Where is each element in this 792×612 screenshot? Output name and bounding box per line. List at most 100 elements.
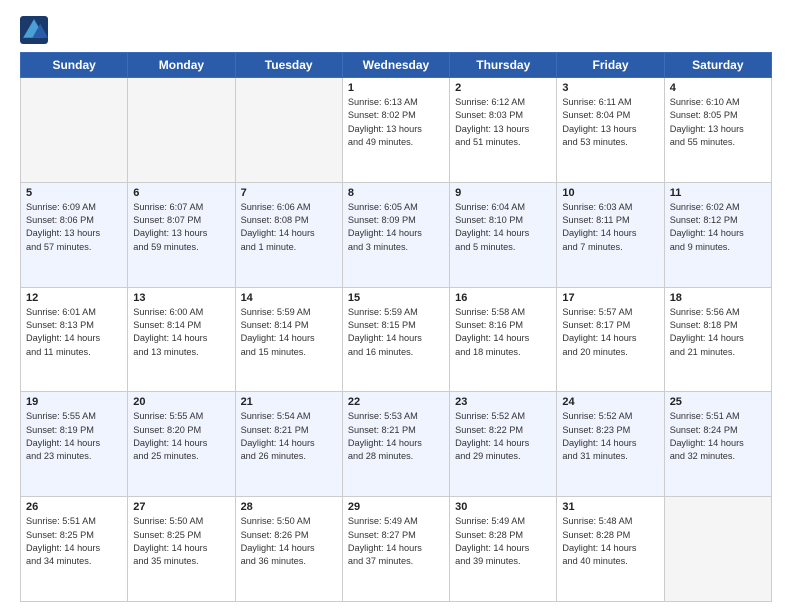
day-info: Sunrise: 5:51 AM Sunset: 8:24 PM Dayligh…: [670, 410, 766, 463]
header: [20, 16, 772, 44]
day-number: 10: [562, 187, 658, 199]
day-info: Sunrise: 5:52 AM Sunset: 8:22 PM Dayligh…: [455, 410, 551, 463]
calendar-cell: 5 Sunrise: 6:09 AM Sunset: 8:06 PM Daylig…: [21, 182, 128, 287]
calendar-cell: 9 Sunrise: 6:04 AM Sunset: 8:10 PM Daylig…: [450, 182, 557, 287]
calendar-cell: 3Sunrise: 6:11 AM Sunset: 8:04 PM Daylig…: [557, 78, 664, 183]
day-number: 11: [670, 187, 766, 199]
calendar-cell: 22Sunrise: 5:53 AM Sunset: 8:21 PM Dayli…: [342, 392, 449, 497]
day-number: 18: [670, 292, 766, 304]
day-info: Sunrise: 5:57 AM Sunset: 8:17 PM Dayligh…: [562, 306, 658, 359]
day-info: Sunrise: 5:49 AM Sunset: 8:28 PM Dayligh…: [455, 515, 551, 568]
day-number: 9: [455, 187, 551, 199]
calendar-cell: 7 Sunrise: 6:06 AM Sunset: 8:08 PM Daylig…: [235, 182, 342, 287]
calendar-cell: 12 Sunrise: 6:01 AM Sunset: 8:13 PM Dayli…: [21, 287, 128, 392]
calendar-cell: 17 Sunrise: 5:57 AM Sunset: 8:17 PM Dayli…: [557, 287, 664, 392]
calendar-cell: [235, 78, 342, 183]
day-number: 24: [562, 396, 658, 408]
calendar-cell: 20 Sunrise: 5:55 AM Sunset: 8:20 PM Dayli…: [128, 392, 235, 497]
calendar-cell: 2 Sunrise: 6:12 AM Sunset: 8:03 PM Daylig…: [450, 78, 557, 183]
day-number: 5: [26, 187, 122, 199]
calendar-week-1: 1 Sunrise: 6:13 AM Sunset: 8:02 PM Daylig…: [21, 78, 772, 183]
day-info: Sunrise: 6:07 AM Sunset: 8:07 PM Dayligh…: [133, 201, 229, 254]
day-info: Sunrise: 5:59 AM Sunset: 8:14 PM Dayligh…: [241, 306, 337, 359]
day-info: Sunrise: 6:11 AM Sunset: 8:04 PM Dayligh…: [562, 96, 658, 149]
day-number: 17: [562, 292, 658, 304]
day-number: 7: [241, 187, 337, 199]
calendar-header-monday: Monday: [128, 53, 235, 78]
calendar-cell: 6 Sunrise: 6:07 AM Sunset: 8:07 PM Daylig…: [128, 182, 235, 287]
day-info: Sunrise: 5:58 AM Sunset: 8:16 PM Dayligh…: [455, 306, 551, 359]
calendar-cell: 26Sunrise: 5:51 AM Sunset: 8:25 PM Dayli…: [21, 497, 128, 602]
calendar-week-3: 12 Sunrise: 6:01 AM Sunset: 8:13 PM Dayli…: [21, 287, 772, 392]
day-info: Sunrise: 6:06 AM Sunset: 8:08 PM Dayligh…: [241, 201, 337, 254]
day-number: 15: [348, 292, 444, 304]
calendar-cell: 14 Sunrise: 5:59 AM Sunset: 8:14 PM Dayli…: [235, 287, 342, 392]
day-number: 25: [670, 396, 766, 408]
day-number: 1: [348, 82, 444, 94]
calendar-header-sunday: Sunday: [21, 53, 128, 78]
calendar-cell: 21 Sunrise: 5:54 AM Sunset: 8:21 PM Dayli…: [235, 392, 342, 497]
day-info: Sunrise: 6:09 AM Sunset: 8:06 PM Dayligh…: [26, 201, 122, 254]
calendar-cell: [128, 78, 235, 183]
calendar-cell: 4Sunrise: 6:10 AM Sunset: 8:05 PM Daylig…: [664, 78, 771, 183]
calendar-cell: 8Sunrise: 6:05 AM Sunset: 8:09 PM Daylig…: [342, 182, 449, 287]
calendar-cell: 27 Sunrise: 5:50 AM Sunset: 8:25 PM Dayli…: [128, 497, 235, 602]
calendar-cell: [664, 497, 771, 602]
day-number: 29: [348, 501, 444, 513]
logo: [20, 16, 52, 44]
calendar-cell: 13 Sunrise: 6:00 AM Sunset: 8:14 PM Dayli…: [128, 287, 235, 392]
calendar-week-4: 19Sunrise: 5:55 AM Sunset: 8:19 PM Dayli…: [21, 392, 772, 497]
day-number: 14: [241, 292, 337, 304]
calendar-cell: 1 Sunrise: 6:13 AM Sunset: 8:02 PM Daylig…: [342, 78, 449, 183]
logo-icon: [20, 16, 48, 44]
day-number: 6: [133, 187, 229, 199]
day-number: 31: [562, 501, 658, 513]
calendar-cell: 10 Sunrise: 6:03 AM Sunset: 8:11 PM Dayli…: [557, 182, 664, 287]
calendar-header-wednesday: Wednesday: [342, 53, 449, 78]
calendar-cell: 24 Sunrise: 5:52 AM Sunset: 8:23 PM Dayli…: [557, 392, 664, 497]
day-info: Sunrise: 6:00 AM Sunset: 8:14 PM Dayligh…: [133, 306, 229, 359]
day-number: 2: [455, 82, 551, 94]
day-number: 12: [26, 292, 122, 304]
day-info: Sunrise: 5:56 AM Sunset: 8:18 PM Dayligh…: [670, 306, 766, 359]
calendar-header-saturday: Saturday: [664, 53, 771, 78]
day-info: Sunrise: 5:52 AM Sunset: 8:23 PM Dayligh…: [562, 410, 658, 463]
calendar-cell: 19Sunrise: 5:55 AM Sunset: 8:19 PM Dayli…: [21, 392, 128, 497]
day-number: 19: [26, 396, 122, 408]
calendar-week-5: 26Sunrise: 5:51 AM Sunset: 8:25 PM Dayli…: [21, 497, 772, 602]
day-info: Sunrise: 5:50 AM Sunset: 8:25 PM Dayligh…: [133, 515, 229, 568]
day-number: 30: [455, 501, 551, 513]
calendar-week-2: 5 Sunrise: 6:09 AM Sunset: 8:06 PM Daylig…: [21, 182, 772, 287]
calendar-cell: 25 Sunrise: 5:51 AM Sunset: 8:24 PM Dayli…: [664, 392, 771, 497]
calendar-cell: 28Sunrise: 5:50 AM Sunset: 8:26 PM Dayli…: [235, 497, 342, 602]
day-info: Sunrise: 6:01 AM Sunset: 8:13 PM Dayligh…: [26, 306, 122, 359]
day-info: Sunrise: 5:55 AM Sunset: 8:20 PM Dayligh…: [133, 410, 229, 463]
calendar-cell: 29Sunrise: 5:49 AM Sunset: 8:27 PM Dayli…: [342, 497, 449, 602]
day-number: 13: [133, 292, 229, 304]
calendar-header-thursday: Thursday: [450, 53, 557, 78]
day-info: Sunrise: 5:59 AM Sunset: 8:15 PM Dayligh…: [348, 306, 444, 359]
calendar-cell: 15 Sunrise: 5:59 AM Sunset: 8:15 PM Dayli…: [342, 287, 449, 392]
day-info: Sunrise: 5:51 AM Sunset: 8:25 PM Dayligh…: [26, 515, 122, 568]
day-number: 21: [241, 396, 337, 408]
calendar-cell: 30 Sunrise: 5:49 AM Sunset: 8:28 PM Dayli…: [450, 497, 557, 602]
day-info: Sunrise: 6:05 AM Sunset: 8:09 PM Dayligh…: [348, 201, 444, 254]
day-info: Sunrise: 6:13 AM Sunset: 8:02 PM Dayligh…: [348, 96, 444, 149]
calendar-cell: 16 Sunrise: 5:58 AM Sunset: 8:16 PM Dayli…: [450, 287, 557, 392]
calendar-header-row: SundayMondayTuesdayWednesdayThursdayFrid…: [21, 53, 772, 78]
day-info: Sunrise: 6:12 AM Sunset: 8:03 PM Dayligh…: [455, 96, 551, 149]
calendar-header-friday: Friday: [557, 53, 664, 78]
page: SundayMondayTuesdayWednesdayThursdayFrid…: [0, 0, 792, 612]
day-info: Sunrise: 6:03 AM Sunset: 8:11 PM Dayligh…: [562, 201, 658, 254]
day-info: Sunrise: 5:48 AM Sunset: 8:28 PM Dayligh…: [562, 515, 658, 568]
day-info: Sunrise: 5:54 AM Sunset: 8:21 PM Dayligh…: [241, 410, 337, 463]
day-number: 16: [455, 292, 551, 304]
calendar-cell: 31 Sunrise: 5:48 AM Sunset: 8:28 PM Dayli…: [557, 497, 664, 602]
calendar-cell: 23Sunrise: 5:52 AM Sunset: 8:22 PM Dayli…: [450, 392, 557, 497]
day-number: 20: [133, 396, 229, 408]
calendar-cell: [21, 78, 128, 183]
day-number: 27: [133, 501, 229, 513]
day-info: Sunrise: 6:04 AM Sunset: 8:10 PM Dayligh…: [455, 201, 551, 254]
calendar-header-tuesday: Tuesday: [235, 53, 342, 78]
calendar-cell: 11Sunrise: 6:02 AM Sunset: 8:12 PM Dayli…: [664, 182, 771, 287]
